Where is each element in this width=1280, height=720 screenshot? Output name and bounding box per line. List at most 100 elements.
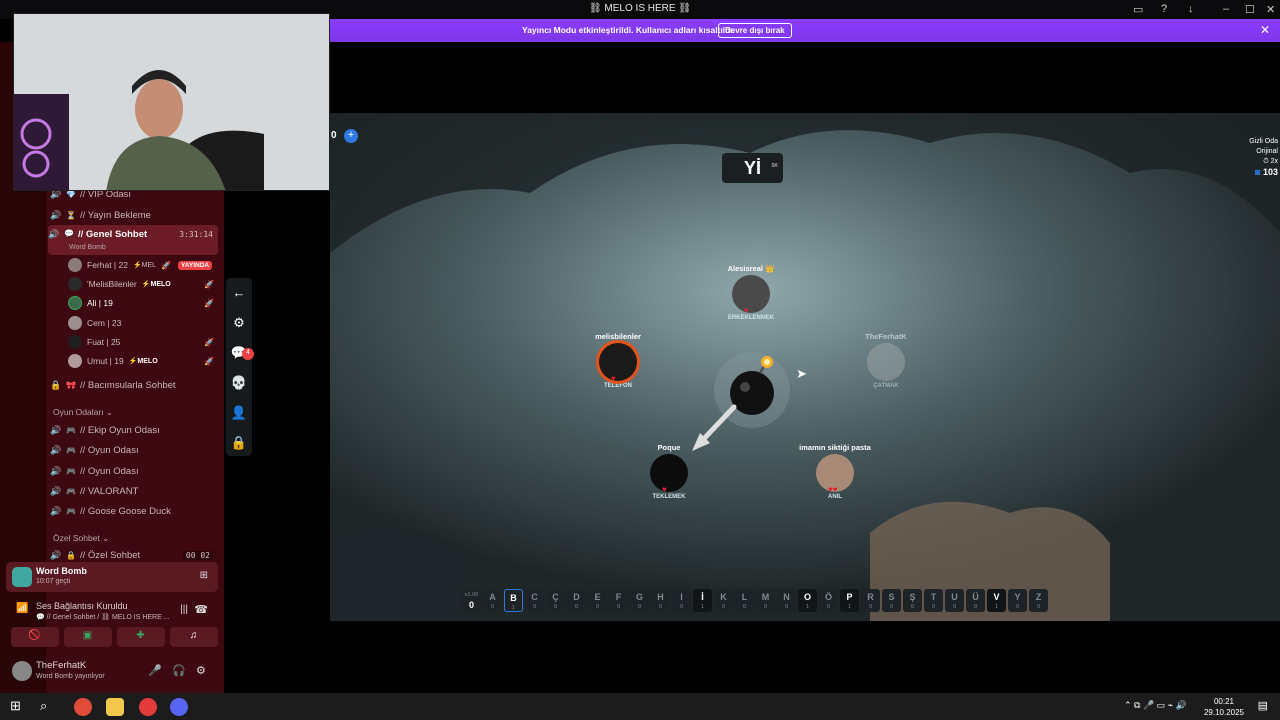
letter-count: 1 (805, 604, 810, 610)
letter-count: 1 (994, 604, 999, 610)
user-name: Ali | 19 (87, 298, 113, 308)
chat-badge: 4 (242, 348, 254, 360)
signal-icon[interactable]: 📶 (16, 603, 28, 614)
letter: N (783, 592, 790, 602)
voice-user[interactable]: Ali | 19 🚀 (68, 294, 218, 312)
chat-icon[interactable]: 💬 4 (226, 338, 254, 368)
voice-path: 💬 // Genel Sohbet / ⛓ MELO IS HERE ... (36, 614, 170, 621)
help-icon[interactable]: ? (1161, 3, 1167, 15)
players-icon[interactable]: 👤 (226, 398, 252, 428)
speaker-icon: 🔊 (50, 505, 62, 516)
activities-button[interactable]: ✚ (116, 627, 165, 647)
voice-user[interactable]: 'MelisBilenler ⚡MELO 🚀 (68, 275, 218, 293)
user-name: Cem | 23 (87, 318, 122, 328)
player-avatar: ♥ (650, 454, 688, 494)
webcam-overlay (13, 13, 330, 191)
close-banner-icon[interactable]: ✕ (1260, 23, 1270, 37)
letter-count: 1 (700, 604, 705, 610)
syllable-sub: 5K (771, 163, 778, 169)
close-window-icon[interactable]: ✕ (1266, 3, 1275, 16)
channel-label: // Genel Sohbet (78, 229, 148, 240)
letter-key: L0 (735, 589, 754, 612)
channel-oyun-1[interactable]: 🔊 🎮 // Oyun Odası (50, 440, 218, 460)
avatar (68, 335, 82, 349)
letter: Y (1014, 592, 1021, 602)
voice-user[interactable]: Cem | 23 (68, 314, 218, 332)
syllable-prompt: Yİ 5K (722, 153, 783, 183)
rocket-icon: 🚀 (204, 298, 214, 308)
back-arrow-icon[interactable]: ← (226, 278, 252, 308)
channel-ekip-oyun[interactable]: 🔊 🎮 // Ekip Oyun Odası (50, 420, 218, 440)
camera-off-button[interactable]: 🚫 (10, 627, 59, 647)
letter-count: 0 (574, 604, 579, 610)
tray-icons[interactable]: ⌃ ⧉ 🎤 ▭ ⌁ 🔊 (1124, 700, 1187, 711)
disconnect-icon[interactable]: ☎ (194, 603, 208, 616)
letter-key: F0 (609, 589, 628, 612)
user-tag: ⚡MELO (128, 358, 158, 365)
channel-bacimsularla[interactable]: 🔒 🎀 // Bacımsularla Sohbet (50, 375, 218, 395)
player-avatar: ♥ (732, 275, 770, 315)
notifications-icon[interactable]: ▤ (1258, 699, 1268, 712)
channel-label: // VALORANT (80, 485, 139, 497)
add-icon[interactable]: + (344, 129, 358, 143)
inbox-icon[interactable]: ▭ (1133, 3, 1143, 16)
voice-user[interactable]: Umut | 19 ⚡MELO 🚀 (68, 352, 218, 370)
channel-valorant[interactable]: 🔊 🎮 // VALORANT (50, 481, 218, 501)
noise-suppression-icon[interactable]: ||| (180, 604, 188, 615)
chrome-icon[interactable] (74, 698, 92, 716)
skull-icon[interactable]: 💀 (226, 368, 252, 398)
file-explorer-icon[interactable] (106, 698, 124, 716)
disable-streamer-mode-button[interactable]: Devre dışı bırak (718, 23, 792, 38)
channel-yayin-bekleme[interactable]: 🔊 ⏳ // Yayın Bekleme (50, 205, 218, 225)
avatar (68, 316, 82, 330)
channel-activity: Word Bomb (69, 244, 106, 251)
download-icon[interactable]: ↓ (1188, 3, 1194, 15)
letter-count: 0 (826, 604, 831, 610)
player-name: Alesisreal 👑 (727, 264, 775, 273)
lock-icon[interactable]: 🔒 (226, 428, 252, 458)
clock[interactable]: 00:21 29.10.2025 (1204, 696, 1244, 718)
channel-label: // Bacımsularla Sohbet (80, 379, 176, 391)
headphones-icon[interactable]: 🎧 (172, 664, 186, 677)
category-ozel-sohbet[interactable]: Özel Sohbet ⌄ (53, 533, 109, 544)
channel-label: // Ekip Oyun Odası (80, 424, 160, 436)
avatar (68, 296, 82, 310)
letter: Ö (824, 592, 832, 602)
chat-icon: 💬 (64, 229, 74, 238)
maximize-icon[interactable]: ☐ (1245, 3, 1255, 16)
letter-count: 0 (679, 604, 684, 610)
letter-key: Ü0 (966, 589, 985, 612)
avatar (68, 258, 82, 272)
settings-icon[interactable]: ⚙ (226, 308, 252, 338)
letter-key: N0 (777, 589, 796, 612)
soundboard-button[interactable]: ♫ (169, 627, 218, 647)
channel-goose[interactable]: 🔊 🎮 // Goose Goose Duck (50, 501, 218, 521)
activity-card[interactable]: Word Bomb 10:07 geçti ⊞ (6, 562, 218, 592)
channel-label: // Oyun Odası (80, 444, 139, 456)
activity-settings-icon[interactable]: ⊞ (200, 570, 208, 581)
letter: V (993, 592, 1000, 602)
player-avatar: ♥ (599, 343, 637, 383)
channel-oyun-2[interactable]: 🔊 🎮 // Oyun Odası (50, 461, 218, 481)
voice-user[interactable]: Ferhat | 22 ⚡MEL 🚀 YAYINDA (68, 256, 218, 274)
channel-timer: 00 02 (182, 550, 213, 560)
category-oyun-odalari[interactable]: Oyun Odaları ⌄ (53, 407, 113, 418)
app-icon[interactable] (139, 698, 157, 716)
letter-key: Ö0 (819, 589, 838, 612)
microphone-icon[interactable]: 🎤 (148, 664, 162, 677)
gamepad-icon: 🎮 (66, 466, 76, 476)
letter: I (680, 592, 683, 602)
letter: P (846, 592, 853, 602)
player-word: TELEFON (604, 383, 632, 389)
voice-user[interactable]: Fuat | 25 🚀 (68, 333, 218, 351)
screen-share-button[interactable]: ▣ (63, 627, 112, 647)
avatar (68, 354, 82, 368)
user-name: Ferhat | 22 (87, 260, 128, 270)
discord-icon[interactable] (170, 698, 188, 716)
windows-start-icon[interactable]: ⊞ (10, 698, 28, 716)
avatar[interactable] (12, 661, 32, 681)
search-icon[interactable]: ⌕ (40, 698, 58, 716)
channel-label: // Özel Sohbet (80, 549, 141, 561)
settings-icon[interactable]: ⚙ (196, 664, 206, 677)
minimize-icon[interactable]: – (1223, 3, 1229, 15)
